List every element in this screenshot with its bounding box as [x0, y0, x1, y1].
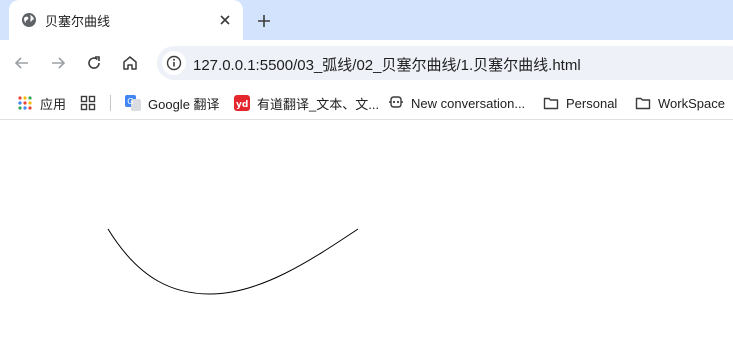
copilot-icon — [388, 95, 404, 111]
tab-active[interactable]: 贝塞尔曲线 — [9, 0, 243, 40]
reload-icon — [88, 56, 100, 69]
url-text[interactable]: 127.0.0.1:5500/03_弧线/02_贝塞尔曲线/1.贝塞尔曲线.ht… — [193, 54, 581, 75]
toolbar: 127.0.0.1:5500/03_弧线/02_贝塞尔曲线/1.贝塞尔曲线.ht… — [0, 40, 733, 86]
bookmark-apps[interactable]: 应用 — [17, 92, 66, 114]
info-icon[interactable] — [162, 51, 186, 75]
apps-grid-icon — [17, 95, 33, 111]
bookmark-label: WorkSpace — [658, 95, 725, 111]
bookmark-label: Personal — [566, 95, 618, 111]
address-bar[interactable]: 127.0.0.1:5500/03_弧线/02_贝塞尔曲线/1.贝塞尔曲线.ht… — [157, 46, 733, 80]
browser-window: 贝塞尔曲线 127.0.0.1:5500/03_弧线/02_贝塞尔曲线/1.贝塞… — [0, 0, 733, 338]
bookmark-folder-personal[interactable]: Personal — [543, 92, 617, 114]
bookmark-label: New conversation... — [411, 95, 526, 111]
bookmark-youdao[interactable]: yd 有道翻译_文本、文... — [234, 92, 379, 114]
svg-text:yd: yd — [236, 100, 248, 110]
grid-icon — [80, 95, 96, 111]
bookmark-label: 应用 — [40, 96, 67, 112]
new-tab-button[interactable] — [252, 9, 276, 33]
arrow-left-icon — [14, 57, 28, 69]
youdao-icon: yd — [234, 95, 250, 111]
tab-strip: 贝塞尔曲线 — [0, 0, 733, 40]
bookmark-label: 有道翻译_文本、文... — [257, 96, 380, 112]
arrow-right-icon — [52, 57, 66, 69]
bezier-curve — [107, 228, 359, 295]
globe-icon — [21, 12, 37, 28]
folder-icon — [635, 95, 651, 111]
bookmark-label: Google 翻译 — [148, 96, 220, 112]
bookmark-separator — [110, 95, 111, 111]
tab-title: 贝塞尔曲线 — [45, 14, 111, 29]
home-icon — [123, 56, 137, 70]
bookmark-grid[interactable] — [80, 92, 96, 114]
google-translate-icon: G — [125, 95, 141, 111]
reload-button[interactable] — [80, 49, 108, 77]
svg-text:G: G — [127, 97, 133, 106]
bezier-canvas — [107, 228, 359, 295]
close-icon[interactable] — [215, 10, 235, 30]
bookmark-google-translate[interactable]: G Google 翻译 — [125, 92, 220, 114]
folder-icon — [543, 95, 559, 111]
bookmarks-bar: 应用 G Google 翻译 yd 有道翻译_文本、文... New conve… — [0, 86, 733, 120]
page-content — [0, 121, 733, 338]
home-button[interactable] — [116, 49, 144, 77]
plus-icon — [258, 15, 270, 27]
forward-button[interactable] — [44, 49, 72, 77]
bookmark-folder-workspace[interactable]: WorkSpace — [635, 92, 725, 114]
back-button[interactable] — [8, 49, 36, 77]
bookmark-new-conversation[interactable]: New conversation... — [388, 92, 525, 114]
